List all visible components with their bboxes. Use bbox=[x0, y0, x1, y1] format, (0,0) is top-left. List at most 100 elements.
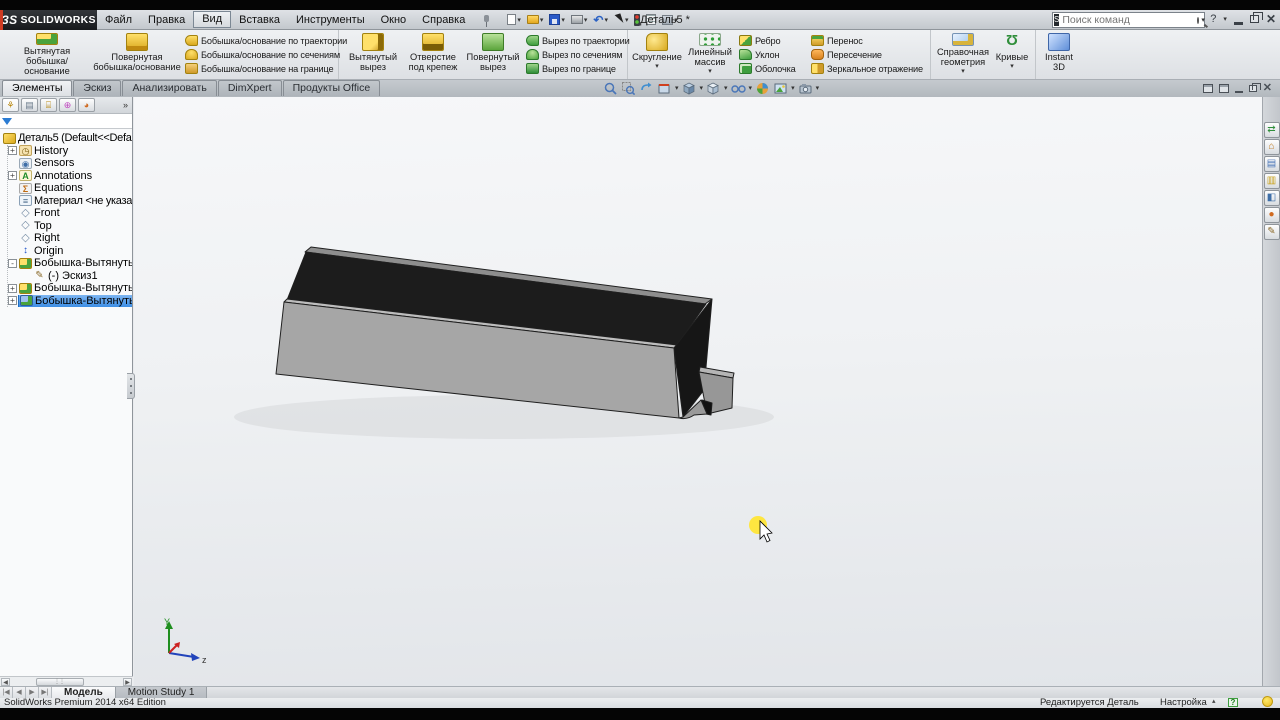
minimize-button[interactable] bbox=[1234, 22, 1243, 25]
propertymanager-tab[interactable]: ▤ bbox=[21, 98, 38, 112]
pin-menu-icon[interactable] bbox=[479, 13, 493, 27]
lofted-boss-button[interactable]: Бобышка/основание по сечениям bbox=[185, 49, 333, 60]
menu-insert[interactable]: Вставка bbox=[231, 11, 288, 29]
menu-file[interactable]: Файл bbox=[97, 11, 140, 29]
curves-dropdown-icon[interactable]: ▾ bbox=[1010, 63, 1014, 71]
reference-geometry-dropdown-icon[interactable]: ▾ bbox=[961, 68, 965, 76]
view-settings-dropdown-icon[interactable]: ▾ bbox=[816, 84, 820, 92]
view-settings-icon[interactable] bbox=[798, 81, 813, 95]
tab-sketch[interactable]: Эскиз bbox=[73, 80, 121, 96]
search-magnifier-icon[interactable] bbox=[1197, 17, 1199, 24]
revolved-cut-button[interactable]: Повернутый вырез bbox=[462, 32, 524, 77]
save-button[interactable]: ▾ bbox=[547, 13, 567, 26]
boundary-cut-button[interactable]: Вырез по границе bbox=[526, 63, 622, 74]
display-style-icon[interactable] bbox=[706, 81, 721, 95]
panel-horizontal-scrollbar[interactable]: ◀ ▶ bbox=[0, 676, 133, 686]
apply-scene-icon[interactable] bbox=[773, 81, 788, 95]
menu-view[interactable]: Вид bbox=[193, 11, 231, 28]
tree-item-top-plane[interactable]: ◇ Top bbox=[8, 220, 132, 232]
linear-pattern-dropdown-icon[interactable]: ▾ bbox=[708, 68, 712, 76]
doc-restore-icon[interactable] bbox=[1249, 85, 1257, 92]
menu-tools[interactable]: Инструменты bbox=[288, 11, 373, 29]
menu-edit[interactable]: Правка bbox=[140, 11, 193, 29]
tree-item-sensors[interactable]: ◉ Sensors bbox=[8, 157, 132, 169]
view-palette-icon[interactable]: ◧ bbox=[1264, 190, 1280, 206]
swept-cut-button[interactable]: Вырез по траектории bbox=[526, 35, 622, 46]
zoom-area-icon[interactable] bbox=[621, 81, 636, 95]
scrollbar-thumb[interactable] bbox=[36, 678, 84, 686]
section-view-icon[interactable] bbox=[657, 81, 672, 95]
tree-item-right-plane[interactable]: ◇ Right bbox=[8, 232, 132, 244]
tree-root[interactable]: Деталь5 (Default<<Default>_Ph bbox=[2, 132, 132, 144]
hole-wizard-button[interactable]: Отверстие под крепеж bbox=[404, 32, 462, 77]
extruded-boss-button[interactable]: Вытянутая бобышка/основание bbox=[3, 32, 91, 77]
configuration-label[interactable]: Настройка bbox=[1160, 697, 1207, 708]
scroll-left-icon[interactable]: ◀ bbox=[1, 678, 10, 686]
file-explorer-icon[interactable]: ▤ bbox=[1264, 156, 1280, 172]
tree-filter-input[interactable] bbox=[15, 115, 147, 127]
view-orientation-dropdown-icon[interactable]: ▾ bbox=[700, 84, 704, 92]
tab-dimxpert[interactable]: DimXpert bbox=[218, 80, 282, 96]
tree-item-origin[interactable]: ↕ Origin bbox=[8, 245, 132, 257]
tree-item-boss-extrude2[interactable]: + Бобышка-Вытянуть2 bbox=[8, 282, 132, 294]
fillet-button[interactable]: Скругление ▾ bbox=[631, 32, 683, 77]
revolved-boss-button[interactable]: Повернутая бобышка/основание bbox=[91, 32, 183, 77]
fillet-dropdown-icon[interactable]: ▾ bbox=[655, 63, 659, 71]
solidworks-resources-icon[interactable]: ⇄ bbox=[1264, 122, 1280, 138]
doc-close-icon[interactable]: ✕ bbox=[1263, 82, 1272, 94]
previous-view-icon[interactable] bbox=[639, 81, 654, 95]
command-search[interactable]: S ▾ bbox=[1052, 12, 1205, 28]
restore-button[interactable] bbox=[1250, 15, 1259, 23]
tree-item-annotations[interactable]: + A Annotations bbox=[8, 170, 132, 182]
instant3d-button[interactable]: Instant 3D bbox=[1039, 32, 1079, 77]
appearances-icon[interactable]: ● bbox=[1264, 207, 1280, 223]
graphics-viewport[interactable]: Y z bbox=[134, 97, 1262, 686]
scroll-right-icon[interactable]: ▶ bbox=[123, 678, 132, 686]
tree-item-sketch1[interactable]: ✎ (-) Эскиз1 bbox=[8, 270, 132, 282]
tab-evaluate[interactable]: Анализировать bbox=[122, 80, 216, 96]
mirror-button[interactable]: Зеркальное отражение bbox=[811, 63, 925, 74]
intersect-button[interactable]: Пересечение bbox=[811, 49, 925, 60]
edit-appearance-icon[interactable] bbox=[755, 81, 770, 95]
panel-overflow-chevron-icon[interactable]: » bbox=[123, 100, 130, 110]
viewport-pane-icon[interactable] bbox=[1203, 84, 1213, 93]
reference-geometry-button[interactable]: Справочная геометрия ▾ bbox=[934, 32, 992, 77]
close-button[interactable]: ✕ bbox=[1266, 12, 1276, 26]
open-folder-icon[interactable]: ▥ bbox=[1264, 173, 1280, 189]
zoom-fit-icon[interactable] bbox=[603, 81, 618, 95]
custom-properties-icon[interactable]: ✎ bbox=[1264, 224, 1280, 240]
hide-show-items-icon[interactable] bbox=[731, 81, 746, 95]
help-dropdown-icon[interactable]: ▾ bbox=[1223, 15, 1227, 23]
curves-button[interactable]: Ʊ Кривые ▾ bbox=[992, 32, 1032, 77]
expand-icon[interactable]: + bbox=[8, 284, 17, 293]
apply-scene-dropdown-icon[interactable]: ▾ bbox=[791, 84, 795, 92]
doc-minimize-icon[interactable] bbox=[1235, 91, 1243, 93]
tree-item-front-plane[interactable]: ◇ Front bbox=[8, 207, 132, 219]
tree-item-material[interactable]: ≡ Материал <не указан> bbox=[8, 195, 132, 207]
design-library-icon[interactable]: ⌂ bbox=[1264, 139, 1280, 155]
view-orientation-icon[interactable] bbox=[682, 81, 697, 95]
tab-office-products[interactable]: Продукты Office bbox=[283, 80, 381, 96]
displaymanager-tab[interactable]: ◕ bbox=[78, 98, 95, 112]
move-button[interactable]: Перенос bbox=[811, 35, 925, 46]
featuremanager-tree-tab[interactable]: ⚘ bbox=[2, 98, 19, 112]
expand-icon[interactable]: + bbox=[8, 296, 17, 305]
search-input[interactable] bbox=[1062, 14, 1197, 26]
tree-item-boss-extrude1[interactable]: - Бобышка-Вытянуть1 bbox=[8, 257, 132, 269]
tree-item-history[interactable]: + ◷ History bbox=[8, 145, 132, 157]
tree-item-equations[interactable]: Σ Equations bbox=[8, 182, 132, 194]
viewport-pane2-icon[interactable] bbox=[1219, 84, 1229, 93]
open-button[interactable]: ▾ bbox=[525, 14, 546, 25]
configuration-dropdown-icon[interactable]: ▴ bbox=[1212, 697, 1216, 705]
draft-button[interactable]: Уклон bbox=[739, 49, 807, 60]
menu-help[interactable]: Справка bbox=[414, 11, 473, 29]
hide-show-dropdown-icon[interactable]: ▾ bbox=[749, 84, 753, 92]
expand-icon[interactable]: + bbox=[8, 146, 17, 155]
swept-boss-button[interactable]: Бобышка/основание по траектории bbox=[185, 35, 333, 46]
rib-button[interactable]: Ребро bbox=[739, 35, 807, 46]
boundary-boss-button[interactable]: Бобышка/основание на границе bbox=[185, 63, 333, 74]
lofted-cut-button[interactable]: Вырез по сечениям bbox=[526, 49, 622, 60]
configurationmanager-tab[interactable]: ⌸ bbox=[40, 98, 57, 112]
help-button[interactable]: ? bbox=[1210, 12, 1216, 26]
linear-pattern-button[interactable]: Линейный массив ▾ bbox=[683, 32, 737, 77]
